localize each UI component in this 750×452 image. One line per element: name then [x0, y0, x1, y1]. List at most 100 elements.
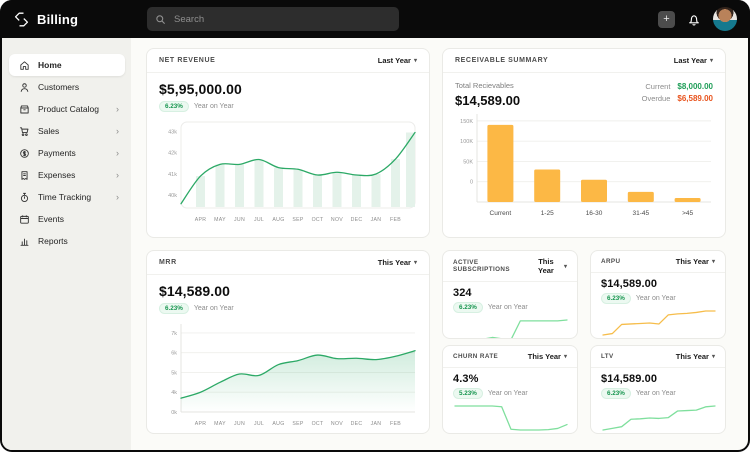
chevron-down-icon: ▾	[564, 353, 567, 360]
yoy-badge: 6.23%	[601, 388, 631, 399]
yoy-label: Year on Year	[488, 390, 528, 397]
card-title: CHURN RATE	[453, 353, 498, 360]
current-value: $8,000.00	[677, 82, 713, 91]
range-value: This Year	[528, 352, 561, 361]
sidebar-item-time-tracking[interactable]: Time Tracking›	[9, 186, 125, 208]
ltv-range-select[interactable]: This Year ▾	[676, 352, 715, 361]
ltv-sparkline	[601, 403, 717, 433]
svg-text:OCT: OCT	[312, 217, 324, 223]
sidebar-item-events[interactable]: Events	[9, 208, 125, 230]
svg-text:FEB: FEB	[390, 217, 401, 223]
total-receivables-label: Total Recievables	[455, 81, 520, 90]
mrr-range-select[interactable]: This Year ▾	[378, 258, 417, 267]
topbar-actions: +	[658, 7, 737, 31]
churn-rate-value: 4.3%	[453, 373, 567, 385]
sidebar-item-expenses[interactable]: Expenses›	[9, 164, 125, 186]
sidebar-item-product-catalog[interactable]: Product Catalog›	[9, 98, 125, 120]
svg-text:MAY: MAY	[214, 421, 226, 427]
range-value: Last Year	[378, 56, 411, 65]
topbar: Billing +	[0, 0, 750, 38]
notifications-bell-icon[interactable]	[687, 12, 701, 27]
yoy-label: Year on Year	[194, 305, 234, 312]
svg-text:5k: 5k	[171, 370, 177, 376]
svg-text:APR: APR	[195, 421, 207, 427]
kpi-grid: ACTIVE SUBSCRIPTIONS This Year ▾ 324 6.2…	[442, 250, 726, 434]
sidebar: HomeCustomersProduct Catalog›Sales›Payme…	[2, 38, 131, 450]
current-label: Current	[645, 82, 670, 91]
svg-text:7k: 7k	[171, 331, 177, 337]
churn-rate-card: CHURN RATE This Year ▾ 4.3% 5.23% Year o…	[442, 345, 578, 434]
receivable-summary-card: RECEIVABLE SUMMARY Last Year ▾ Total Rec…	[442, 48, 726, 238]
ltv-card: LTV This Year ▾ $14,589.00 6.23% Year on…	[590, 345, 726, 434]
chevron-right-icon: ›	[116, 171, 119, 180]
chevron-right-icon: ›	[116, 127, 119, 136]
sidebar-item-payments[interactable]: Payments›	[9, 142, 125, 164]
receivable-range-select[interactable]: Last Year ▾	[674, 56, 713, 65]
card-title: MRR	[159, 259, 177, 266]
svg-text:16-30: 16-30	[586, 210, 603, 217]
svg-text:6k: 6k	[171, 351, 177, 357]
sidebar-item-home[interactable]: Home	[9, 54, 125, 76]
chevron-down-icon: ▾	[414, 57, 417, 64]
overdue-label: Overdue	[642, 94, 671, 103]
app-window: Billing + HomeCustomersProduct Catalog›	[0, 0, 750, 452]
svg-text:41k: 41k	[168, 172, 177, 178]
svg-text:APR: APR	[195, 217, 207, 223]
chevron-right-icon: ›	[116, 149, 119, 158]
bottom-cards-row: MRR This Year ▾ $14,589.00 6.23% Year on…	[146, 250, 726, 434]
svg-text:JUL: JUL	[254, 421, 264, 427]
page-body: HomeCustomersProduct Catalog›Sales›Payme…	[2, 38, 748, 450]
range-value: This Year	[676, 257, 709, 266]
add-button[interactable]: +	[658, 11, 675, 28]
search-input[interactable]	[172, 13, 391, 26]
sidebar-item-label: Product Catalog	[38, 104, 99, 114]
chevron-down-icon: ▾	[710, 57, 713, 64]
search-bar[interactable]	[147, 7, 399, 31]
svg-text:42k: 42k	[168, 151, 177, 157]
yoy-badge: 6.23%	[159, 303, 189, 314]
active-subscriptions-range-select[interactable]: This Year ▾	[531, 257, 567, 275]
yoy-label: Year on Year	[194, 103, 234, 110]
yoy-label: Year on Year	[636, 295, 676, 302]
svg-text:SEP: SEP	[292, 217, 304, 223]
arpu-sparkline	[601, 308, 717, 338]
sidebar-item-label: Reports	[38, 236, 68, 246]
sidebar-item-sales[interactable]: Sales ›	[9, 120, 125, 142]
net-revenue-range-select[interactable]: Last Year ▾	[378, 56, 417, 65]
net-revenue-card: NET REVENUE Last Year ▾ $5,95,000.00 6.2…	[146, 48, 430, 238]
svg-text:4k: 4k	[171, 390, 177, 396]
svg-text:NOV: NOV	[331, 421, 343, 427]
churn-rate-sparkline	[453, 403, 569, 433]
mrr-chart: 7k6k5k4k0kAPRMAYJUNJULAUGSEPOCTNOVDECJAN…	[159, 320, 419, 432]
sidebar-item-label: Sales	[38, 126, 59, 136]
app-title: Billing	[37, 12, 78, 27]
yoy-label: Year on Year	[636, 390, 676, 397]
mrr-card: MRR This Year ▾ $14,589.00 6.23% Year on…	[146, 250, 430, 434]
svg-text:31-45: 31-45	[632, 210, 649, 217]
payments-icon	[19, 148, 30, 159]
sidebar-item-reports[interactable]: Reports	[9, 230, 125, 252]
svg-text:100K: 100K	[460, 139, 473, 145]
svg-text:50K: 50K	[463, 159, 473, 165]
main-content: NET REVENUE Last Year ▾ $5,95,000.00 6.2…	[131, 38, 748, 450]
product-catalog-icon	[19, 104, 30, 115]
sidebar-item-label: Time Tracking	[38, 192, 91, 202]
sidebar-item-customers[interactable]: Customers	[9, 76, 125, 98]
range-value: This Year	[378, 258, 411, 267]
home-icon	[19, 60, 30, 71]
active-subscriptions-value: 324	[453, 287, 567, 299]
arpu-range-select[interactable]: This Year ▾	[676, 257, 715, 266]
customers-icon	[19, 82, 30, 93]
active-subscriptions-sparkline	[453, 317, 569, 339]
user-avatar[interactable]	[713, 7, 737, 31]
card-title: ARPU	[601, 258, 620, 265]
churn-rate-range-select[interactable]: This Year ▾	[528, 352, 567, 361]
yoy-label: Year on Year	[488, 304, 528, 311]
svg-text:DEC: DEC	[351, 421, 363, 427]
ltv-value: $14,589.00	[601, 373, 715, 385]
yoy-badge: 6.23%	[159, 101, 189, 112]
chevron-down-icon: ▾	[564, 263, 567, 270]
svg-text:43k: 43k	[168, 129, 177, 135]
chevron-down-icon: ▾	[712, 353, 715, 360]
arpu-card: ARPU This Year ▾ $14,589.00 6.23% Year o…	[590, 250, 726, 339]
